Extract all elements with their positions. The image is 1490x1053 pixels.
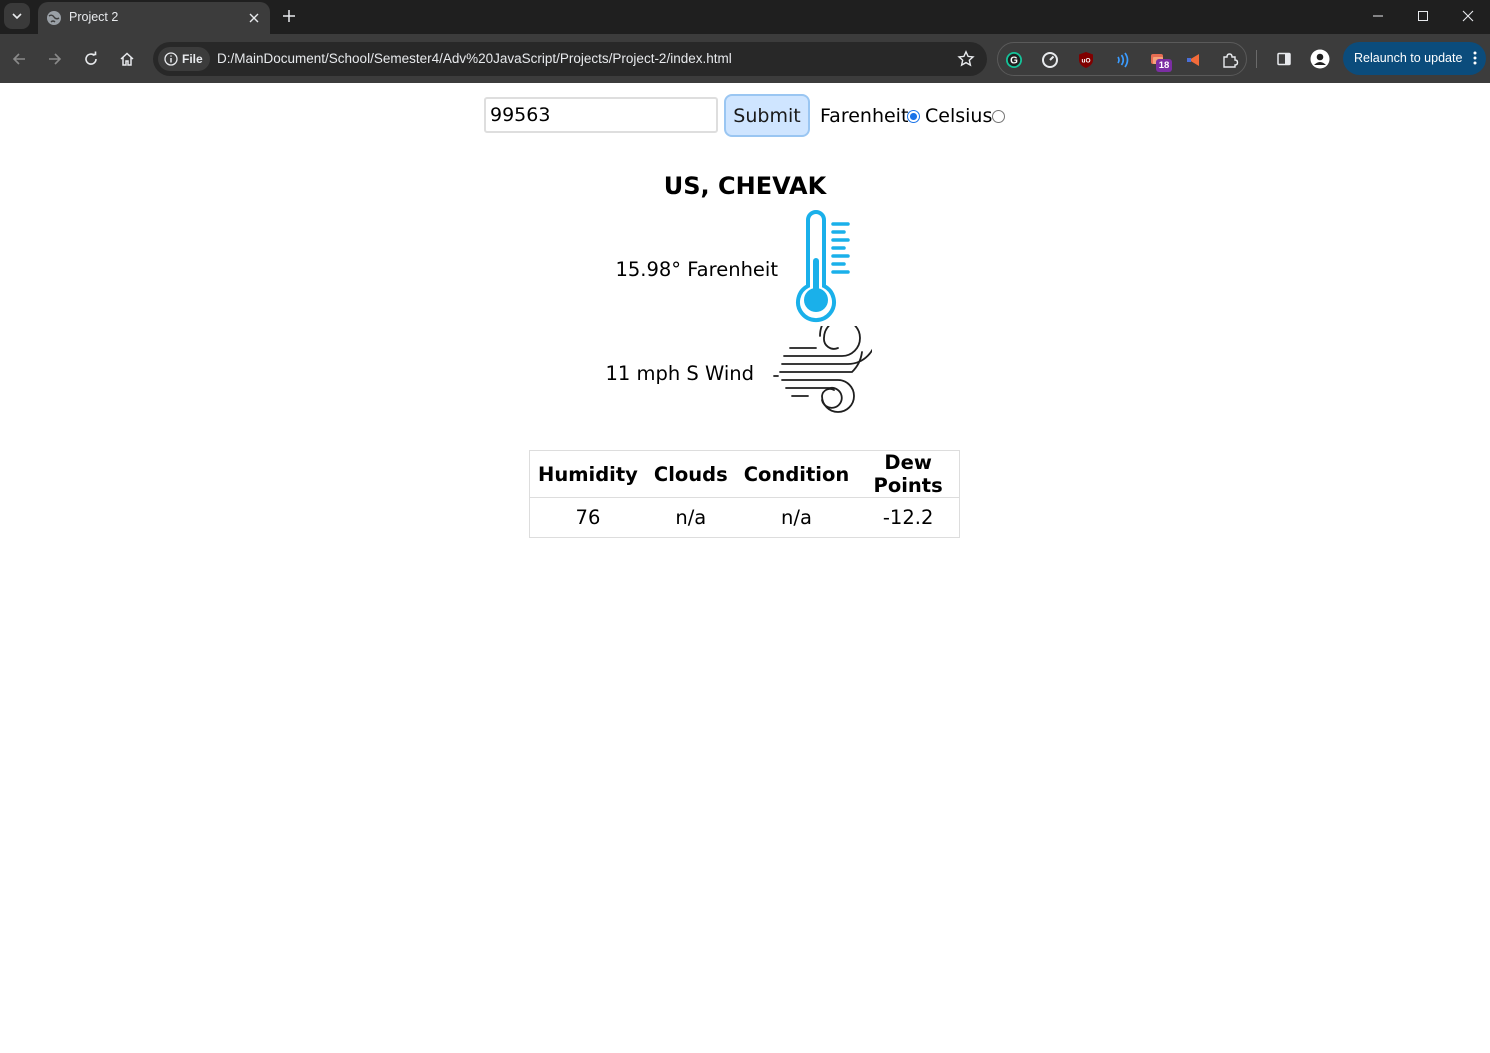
reload-button[interactable] [78, 46, 104, 72]
site-chip-label: File [182, 52, 203, 66]
grammarly-extension[interactable]: G [1004, 50, 1024, 70]
extension-count-badge: 18 [1156, 59, 1172, 72]
side-panel-button[interactable] [1271, 46, 1297, 72]
relaunch-label: Relaunch to update [1354, 51, 1463, 65]
signal-waves-icon [1117, 52, 1129, 68]
minimize-button[interactable] [1355, 0, 1401, 32]
url-text[interactable]: D:/MainDocument/School/Semester4/Adv%20J… [217, 51, 732, 66]
back-button[interactable] [6, 46, 32, 72]
wind-text: 11 mph S Wind [605, 362, 754, 385]
new-tab-button[interactable] [278, 5, 300, 27]
puzzle-icon [1223, 53, 1239, 68]
more-vert-icon[interactable] [1473, 50, 1477, 66]
reload-icon [85, 51, 97, 65]
speed-extension[interactable] [1040, 50, 1060, 70]
maximize-button[interactable] [1400, 0, 1446, 32]
temperature-text: 15.98° Farenheit [615, 258, 778, 281]
humidity-header: Humidity [529, 450, 646, 498]
clouds-cell: n/a [675, 506, 707, 529]
tab-strip: Project 2 [0, 0, 1490, 34]
celsius-label: Celsius [925, 105, 993, 127]
browser-toolbar: File D:/MainDocument/School/Semester4/Ad… [0, 34, 1490, 83]
ublock-shield-icon: uO [1079, 52, 1093, 68]
weather-stats-table: Humidity Clouds Condition Dew Points 76 … [529, 450, 960, 538]
location-heading: US, CHEVAK [663, 172, 827, 200]
address-bar[interactable]: File D:/MainDocument/School/Semester4/Ad… [153, 42, 987, 76]
thermometer-icon [796, 210, 850, 323]
gauge-icon [1042, 52, 1058, 68]
tab-search-button[interactable] [4, 3, 30, 29]
tab-title: Project 2 [69, 10, 119, 24]
ublock-extension[interactable]: uO [1076, 50, 1096, 70]
relaunch-button[interactable]: Relaunch to update [1343, 42, 1486, 75]
annotate-extension[interactable] [1184, 50, 1204, 70]
forward-button[interactable] [42, 46, 68, 72]
home-button[interactable] [114, 46, 140, 72]
plus-icon [283, 10, 295, 22]
celsius-radio[interactable] [992, 110, 1005, 123]
clouds-header: Clouds [645, 450, 736, 498]
svg-text:uO: uO [1081, 58, 1090, 65]
condition-header: Condition [735, 450, 858, 498]
table-header-row: Humidity Clouds Condition Dew Points [529, 450, 960, 498]
extensions-menu-button[interactable] [1220, 50, 1240, 70]
bookmark-star-icon[interactable] [957, 50, 975, 68]
close-icon [1462, 10, 1474, 22]
chevron-down-icon [12, 13, 22, 20]
site-info-button[interactable]: File [158, 47, 210, 71]
condition-cell: n/a [781, 506, 812, 529]
humidity-cell: 76 [575, 506, 601, 529]
side-panel-icon [1277, 52, 1291, 66]
farenheit-radio[interactable] [907, 110, 920, 123]
profile-button[interactable] [1307, 46, 1333, 72]
dew-points-header: Dew Points [857, 450, 960, 498]
maximize-icon [1418, 11, 1428, 21]
submit-button[interactable]: Submit [724, 94, 810, 137]
home-icon [120, 52, 134, 66]
close-tab-button[interactable] [246, 10, 262, 26]
globe-icon [47, 11, 61, 25]
browser-tab[interactable]: Project 2 [38, 2, 270, 34]
close-icon [249, 13, 259, 23]
info-icon [164, 52, 178, 66]
extensions-area: G uO [997, 42, 1247, 76]
arrow-left-icon [12, 53, 25, 65]
grammarly-icon: G [1006, 52, 1022, 68]
window-close-button[interactable] [1445, 0, 1490, 32]
avatar-icon [1310, 49, 1330, 69]
toolbar-divider [1256, 50, 1257, 68]
zip-input[interactable] [484, 97, 718, 133]
table-row: 76 n/a n/a -12.2 [530, 498, 960, 538]
farenheit-label: Farenheit [820, 105, 909, 127]
page-content: Submit Farenheit Celsius US, CHEVAK 15.9… [0, 83, 1490, 1053]
wind-icon [773, 326, 872, 413]
dew-points-cell: -12.2 [882, 506, 934, 529]
svg-text:G: G [1010, 56, 1018, 67]
megaphone-icon [1187, 54, 1199, 66]
arrow-right-icon [49, 53, 62, 65]
wifi-extension[interactable] [1112, 50, 1132, 70]
minimize-icon [1373, 15, 1383, 17]
